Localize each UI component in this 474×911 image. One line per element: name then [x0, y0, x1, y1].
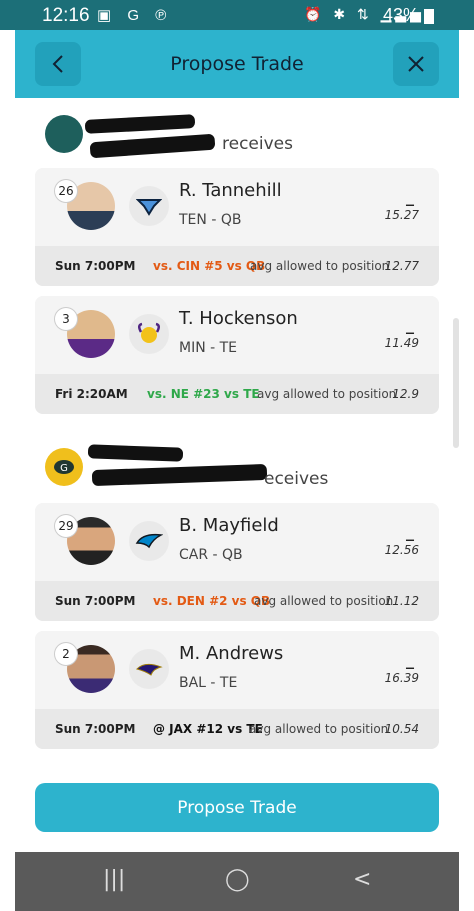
notification-icons: ▣ G ℗: [97, 6, 172, 24]
avg-value: 11.12: [384, 594, 419, 608]
game-time: Fri 2:20AM: [55, 387, 128, 401]
team-logo-1: [45, 115, 83, 153]
team-receives-label: receives: [222, 134, 293, 154]
packers-logo-icon: G: [54, 460, 74, 474]
propose-trade-button[interactable]: Propose Trade: [35, 783, 439, 832]
projected-score: 11.49: [384, 336, 419, 350]
4g-icon: ⇅: [356, 6, 373, 22]
player-position: BAL - TE: [179, 675, 238, 691]
player-name: B. Mayfield: [179, 515, 279, 536]
image-icon: ▣: [97, 7, 118, 24]
app-header: Propose Trade: [15, 30, 459, 98]
google-icon: G: [127, 7, 146, 24]
team-logo-icon: [129, 521, 169, 561]
team-logo-icon: [129, 314, 169, 354]
player-card[interactable]: 2 M. Andrews BAL - TE – 16.39 Sun 7:00PM…: [35, 631, 439, 749]
close-button[interactable]: [393, 42, 439, 86]
team-logo-icon: [129, 649, 169, 689]
player-position: TEN - QB: [179, 212, 242, 228]
vikings-logo-icon: [138, 322, 160, 343]
player-rank: 29: [55, 515, 77, 537]
battery-percent: 43%: [383, 5, 420, 25]
avg-label: avg allowed to position: [254, 594, 394, 608]
battery-icon: [424, 9, 434, 24]
player-row: 3 T. Hockenson MIN - TE – 11.49: [35, 296, 439, 374]
matchup-text: vs. NE #23 vs TE: [147, 387, 260, 401]
scrollbar[interactable]: [453, 318, 459, 448]
game-time: Sun 7:00PM: [55, 722, 136, 736]
matchup-row: Sun 7:00PM vs. DEN #2 vs QB avg allowed …: [35, 581, 439, 621]
titans-logo-icon: [136, 199, 162, 216]
player-rank: 2: [55, 643, 77, 665]
player-position: MIN - TE: [179, 340, 238, 356]
matchup-row: Sun 7:00PM vs. CIN #5 vs QB avg allowed …: [35, 246, 439, 286]
status-bar: 12:16 ▣ G ℗ ⏰ ✱ ⇅ ▁▃▅ 43%: [0, 0, 474, 30]
avg-value: 12.9: [392, 387, 419, 401]
projected-score: 16.39: [384, 671, 419, 685]
player-row: 2 M. Andrews BAL - TE – 16.39: [35, 631, 439, 709]
player-row: 26 R. Tannehill TEN - QB – 15.27: [35, 168, 439, 246]
player-rank: 3: [55, 308, 77, 330]
player-rank: 26: [55, 180, 77, 202]
pinterest-icon: ℗: [155, 7, 173, 24]
alarm-icon: ⏰: [304, 6, 326, 22]
matchup-text: @ JAX #12 vs TE: [153, 722, 263, 736]
player-row: 29 B. Mayfield CAR - QB – 12.56: [35, 503, 439, 581]
avg-label: avg allowed to position: [257, 387, 397, 401]
team-logo-2: G: [45, 448, 83, 486]
player-position: CAR - QB: [179, 547, 243, 563]
projected-score: 15.27: [384, 208, 419, 222]
player-name: R. Tannehill: [179, 180, 282, 201]
player-name: M. Andrews: [179, 643, 284, 664]
team-logo-icon: [129, 186, 169, 226]
avg-label: avg allowed to position: [250, 259, 390, 273]
team-receives-label: eceives: [264, 469, 329, 489]
player-card[interactable]: 29 B. Mayfield CAR - QB – 12.56 Sun 7:00…: [35, 503, 439, 621]
recents-button[interactable]: |||: [103, 867, 125, 892]
ravens-logo-icon: [136, 663, 163, 676]
panthers-logo-icon: [135, 533, 163, 549]
matchup-text: vs. DEN #2 vs QB: [153, 594, 271, 608]
projected-score: 12.56: [384, 543, 419, 557]
back-nav-button[interactable]: <: [353, 867, 371, 892]
system-nav-bar: ||| ◯ <: [15, 852, 459, 911]
matchup-text: vs. CIN #5 vs QB: [153, 259, 266, 273]
matchup-row: Fri 2:20AM vs. NE #23 vs TE avg allowed …: [35, 374, 439, 414]
player-card[interactable]: 3 T. Hockenson MIN - TE – 11.49 Fri 2:20…: [35, 296, 439, 414]
player-name: T. Hockenson: [179, 308, 298, 329]
svg-text:G: G: [60, 463, 68, 474]
avg-value: 10.54: [384, 722, 419, 736]
player-card[interactable]: 26 R. Tannehill TEN - QB – 15.27 Sun 7:0…: [35, 168, 439, 286]
avg-value: 12.77: [384, 259, 419, 273]
matchup-row: Sun 7:00PM @ JAX #12 vs TE avg allowed t…: [35, 709, 439, 749]
avg-label: avg allowed to position: [249, 722, 389, 736]
game-time: Sun 7:00PM: [55, 259, 136, 273]
bluetooth-icon: ✱: [333, 6, 350, 22]
home-button[interactable]: ◯: [225, 867, 250, 892]
close-icon: [408, 56, 424, 72]
clock: 12:16: [42, 5, 90, 26]
game-time: Sun 7:00PM: [55, 594, 136, 608]
